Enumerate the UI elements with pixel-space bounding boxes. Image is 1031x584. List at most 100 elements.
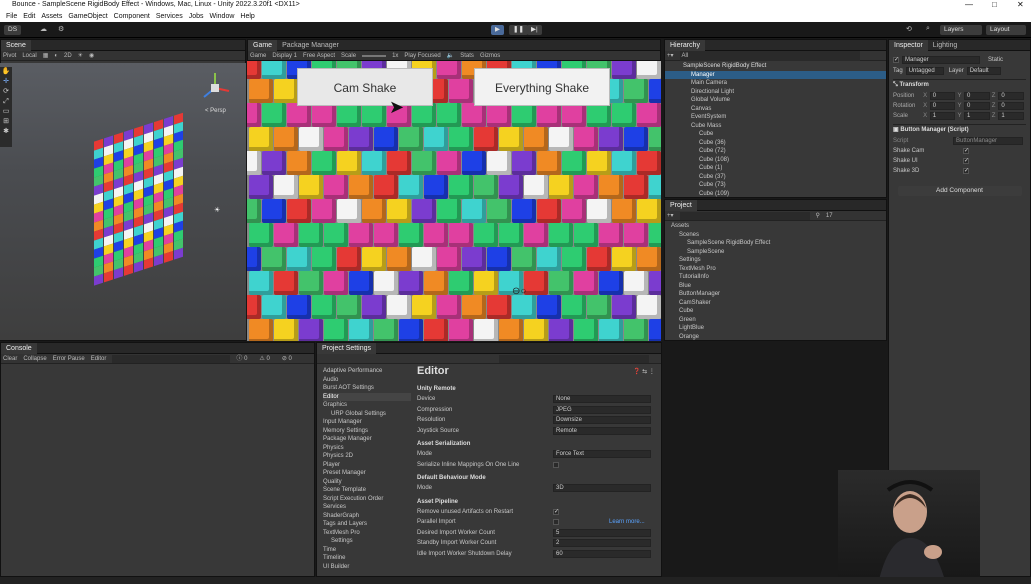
display-dropdown[interactable]: Display 1 xyxy=(272,51,297,61)
hierarchy-item[interactable]: EventSystem xyxy=(665,113,886,122)
tab-package-manager[interactable]: Package Manager xyxy=(277,40,344,51)
lighting-icon[interactable]: ☀ xyxy=(78,51,83,61)
settings-category[interactable]: Graphics xyxy=(323,401,411,410)
hierarchy-item[interactable]: Cube (109) xyxy=(665,190,886,198)
gizmos-button[interactable]: Gizmos xyxy=(480,51,500,61)
settings-checkbox[interactable]: ✓ xyxy=(553,508,559,515)
layer-dropdown[interactable]: Default xyxy=(966,67,1001,75)
shake-checkbox[interactable]: ✓ xyxy=(963,148,969,154)
button-manager-header[interactable]: ▣ Button Manager (Script) xyxy=(893,124,1026,136)
settings-value[interactable]: Remote xyxy=(553,426,651,435)
aspect-dropdown[interactable]: Free Aspect xyxy=(303,51,335,61)
menu-component[interactable]: Component xyxy=(114,13,150,20)
settings-category[interactable]: TextMesh Pro xyxy=(323,529,411,538)
add-component-button[interactable]: Add Component xyxy=(897,186,1022,196)
tab-project-settings[interactable]: Project Settings xyxy=(317,343,377,354)
minimize-icon[interactable]: — xyxy=(965,0,973,9)
settings-value[interactable]: 3D xyxy=(553,484,651,493)
settings-category[interactable]: Settings xyxy=(323,537,411,546)
menu-window[interactable]: Window xyxy=(210,13,235,20)
play-focused-dropdown[interactable]: Play Focused xyxy=(404,51,440,61)
local-dropdown[interactable]: Local xyxy=(22,51,36,61)
play-button[interactable]: ▶ xyxy=(491,25,504,35)
hierarchy-item[interactable]: Cube Mass xyxy=(665,122,886,131)
filter-icon[interactable]: ⚲ xyxy=(816,211,820,221)
settings-category[interactable]: Input Manager xyxy=(323,418,411,427)
project-item[interactable]: Cube xyxy=(665,307,886,316)
menu-assets[interactable]: Assets xyxy=(41,13,62,20)
settings-category[interactable]: Time xyxy=(323,546,411,555)
settings-category[interactable]: Services xyxy=(323,503,411,512)
custom-tool-icon[interactable]: ✱ xyxy=(0,127,12,137)
settings-value[interactable]: 60 xyxy=(553,549,651,558)
gizmos-icon[interactable]: ◉ xyxy=(89,51,94,61)
toggle-2d-button[interactable]: 2D xyxy=(64,51,72,61)
settings-search[interactable] xyxy=(499,354,649,363)
hierarchy-item[interactable]: Manager xyxy=(665,70,886,79)
menu-jobs[interactable]: Jobs xyxy=(189,13,204,20)
shading-mode-icon[interactable]: ◐ xyxy=(54,51,58,61)
hierarchy-item[interactable]: Global Volume xyxy=(665,96,886,105)
settings-category[interactable]: ShaderGraph xyxy=(323,512,411,521)
learn-more-link[interactable]: Learn more... xyxy=(609,518,645,527)
settings-value[interactable]: None xyxy=(553,395,651,404)
scale-tool-icon[interactable]: ⤢ xyxy=(0,97,12,107)
z-field[interactable]: 0 xyxy=(998,92,1024,100)
settings-category[interactable]: Memory Settings xyxy=(323,427,411,436)
rotate-tool-icon[interactable]: ⟳ xyxy=(0,87,12,97)
settings-category[interactable]: Package Manager xyxy=(323,435,411,444)
settings-checkbox[interactable] xyxy=(553,461,559,468)
step-button[interactable]: ▶| xyxy=(527,25,542,35)
project-item[interactable]: Orange xyxy=(665,333,886,341)
add-icon[interactable]: +▾ xyxy=(667,211,674,221)
static-label[interactable]: Static xyxy=(988,56,1003,65)
z-field[interactable]: 1 xyxy=(998,112,1024,120)
search-icon[interactable]: ⌕ xyxy=(926,25,930,33)
settings-category[interactable]: UI Builder xyxy=(323,563,411,572)
tab-lighting[interactable]: Lighting xyxy=(928,40,963,51)
x-field[interactable]: 1 xyxy=(929,112,956,120)
y-field[interactable]: 0 xyxy=(964,102,990,110)
project-item[interactable]: Assets xyxy=(665,222,886,231)
error-pause-button[interactable]: Error Pause xyxy=(53,354,85,364)
project-item[interactable]: Blue xyxy=(665,282,886,291)
collapse-button[interactable]: Collapse xyxy=(23,354,46,364)
tab-scene[interactable]: Scene xyxy=(1,40,31,51)
mute-audio-icon[interactable]: 🔈 xyxy=(447,51,454,61)
history-icon[interactable]: ⟲ xyxy=(906,25,912,33)
hierarchy-item[interactable]: Cube (36) xyxy=(665,139,886,148)
hierarchy-item[interactable]: Cube (108) xyxy=(665,156,886,165)
settings-category[interactable]: Scene Template xyxy=(323,486,411,495)
stats-button[interactable]: Stats xyxy=(460,51,474,61)
y-field[interactable]: 0 xyxy=(964,92,990,100)
hierarchy-item[interactable]: Cube xyxy=(665,130,886,139)
orientation-gizmo[interactable] xyxy=(198,71,232,105)
tab-project[interactable]: Project xyxy=(665,200,697,211)
log-count[interactable]: ⓘ 0 xyxy=(236,354,253,364)
settings-checkbox[interactable] xyxy=(553,519,559,526)
y-field[interactable]: 1 xyxy=(964,112,990,120)
hierarchy-item[interactable]: Directional Light xyxy=(665,88,886,97)
hierarchy-item[interactable]: Cube (37) xyxy=(665,173,886,182)
shake-checkbox[interactable]: ✓ xyxy=(963,158,969,164)
settings-value[interactable]: Downsize xyxy=(553,416,651,425)
settings-category[interactable]: Preset Manager xyxy=(323,469,411,478)
hierarchy-item[interactable]: Main Camera xyxy=(665,79,886,88)
tab-console[interactable]: Console xyxy=(1,343,37,354)
menu-services[interactable]: Services xyxy=(156,13,183,20)
settings-category[interactable]: Editor xyxy=(323,392,411,401)
settings-value[interactable]: JPEG xyxy=(553,405,651,414)
everything-shake-button[interactable]: Everything Shake xyxy=(474,68,610,106)
menu-file[interactable]: File xyxy=(6,13,17,20)
error-count[interactable]: ⊘ 0 xyxy=(282,354,298,364)
settings-category[interactable]: Physics 2D xyxy=(323,452,411,461)
hand-tool-icon[interactable]: ✋ xyxy=(0,67,12,77)
project-item[interactable]: TutorialInfo xyxy=(665,273,886,282)
account-button[interactable]: DS xyxy=(4,25,22,35)
tab-game[interactable]: Game xyxy=(248,40,278,51)
grid-snapping-icon[interactable]: ▦ xyxy=(43,51,49,61)
cam-shake-button[interactable]: Cam Shake xyxy=(297,68,433,106)
pivot-dropdown[interactable]: Pivot xyxy=(3,51,16,61)
project-item[interactable]: LightBlue xyxy=(665,324,886,333)
rect-tool-icon[interactable]: ▭ xyxy=(0,107,12,117)
